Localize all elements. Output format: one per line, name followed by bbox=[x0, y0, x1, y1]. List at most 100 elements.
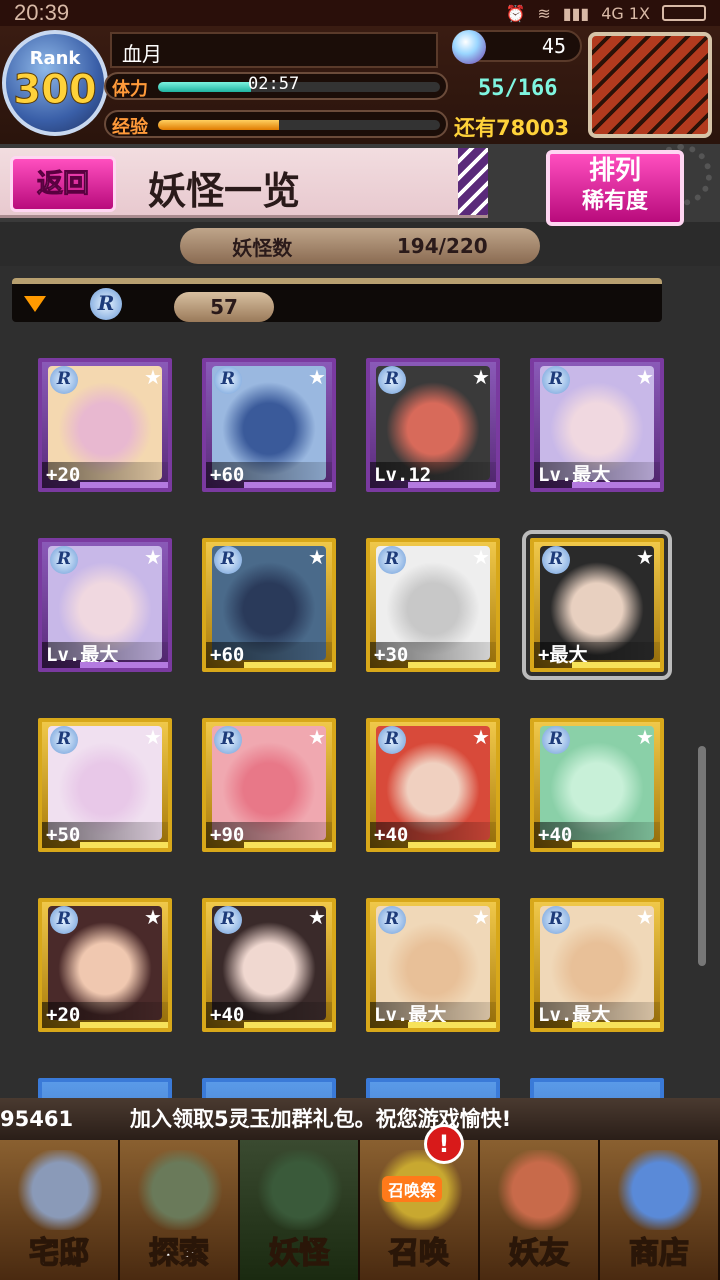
yokai-level: +60 bbox=[206, 642, 332, 668]
rarity-r-icon: R bbox=[214, 726, 242, 754]
yokai-count-label: 妖怪数 bbox=[232, 235, 293, 260]
stamina-label: 体力 bbox=[112, 79, 148, 100]
gem-icon bbox=[452, 30, 486, 64]
yokai-card[interactable]: R ★ Lv.最大 bbox=[38, 538, 172, 672]
sort-label: 排列 bbox=[588, 156, 641, 186]
yokai-card[interactable]: R ★ +40 bbox=[530, 718, 664, 852]
yokai-level: +40 bbox=[370, 822, 496, 848]
collapse-arrow-icon[interactable] bbox=[24, 296, 46, 312]
yokai-level: Lv.最大 bbox=[534, 462, 660, 488]
yokai-level: Lv.12 bbox=[370, 462, 496, 488]
rarity-r-icon: R bbox=[542, 726, 570, 754]
nav-magnifier-map[interactable]: 探索 bbox=[120, 1140, 240, 1280]
magnifier-map-icon bbox=[134, 1150, 226, 1230]
yokai-count-bar: 妖怪数 194/220 bbox=[180, 228, 540, 264]
stamina-bar: 体力 02:57 bbox=[104, 72, 448, 100]
nav-summon-star[interactable]: 召唤祭! 召唤 bbox=[360, 1124, 480, 1280]
rarity-r-icon: R bbox=[50, 366, 78, 394]
nav-label: 妖友 bbox=[508, 1235, 570, 1272]
network-type: 4G 1X bbox=[601, 3, 650, 23]
exp-fill bbox=[158, 120, 280, 130]
nav-mansion[interactable]: 宅邸 bbox=[0, 1140, 120, 1280]
yokai-card[interactable]: R ★ +90 bbox=[202, 718, 336, 852]
rank-value: 300 bbox=[13, 67, 98, 113]
yokai-card[interactable]: R ★ +50 bbox=[38, 718, 172, 852]
stamina-count: 55/166 bbox=[478, 76, 558, 101]
yokai-list[interactable]: R 57 R ★ +20 R ★ +60 R ★ Lv.12 R ★ Lv.最大 R ★ Lv.最大 R ★ +6… bbox=[0, 266, 720, 1098]
nav-label: 探索 bbox=[148, 1235, 210, 1272]
yokai-level: Lv.最大 bbox=[370, 1002, 496, 1028]
yokai-card[interactable]: R ★ Lv.最大 bbox=[530, 898, 664, 1032]
nav-label: 宅邸 bbox=[28, 1235, 90, 1272]
player-header: Rank 300 血月 体力 02:57 经验 45 55/166 还有7800… bbox=[0, 26, 720, 144]
yokai-card[interactable]: R ★ +20 bbox=[38, 898, 172, 1032]
yokai-card[interactable]: R ★ +30 bbox=[366, 538, 500, 672]
back-button[interactable]: 返回 bbox=[10, 156, 116, 212]
yokai-level: Lv.最大 bbox=[42, 642, 168, 668]
yokai-card-partial[interactable] bbox=[530, 1078, 664, 1098]
title-bar: 返回 妖怪一览 排列 稀有度 bbox=[0, 144, 720, 226]
yokai-level: +20 bbox=[42, 462, 168, 488]
player-name: 血月 bbox=[110, 32, 438, 68]
rarity-r-icon: R bbox=[378, 906, 406, 934]
yokai-level: Lv.最大 bbox=[534, 1002, 660, 1028]
yokai-level: +50 bbox=[42, 822, 168, 848]
treasure-chest-icon[interactable] bbox=[588, 32, 712, 138]
yokai-card[interactable]: R ★ Lv.12 bbox=[366, 358, 500, 492]
yokai-card[interactable]: R ★ +40 bbox=[366, 718, 500, 852]
rarity-r-icon: R bbox=[50, 726, 78, 754]
rarity-group-header[interactable]: R 57 bbox=[12, 278, 662, 322]
yokai-level: +20 bbox=[42, 1002, 168, 1028]
yokai-count-value: 194/220 bbox=[396, 234, 488, 258]
nav-label: 妖怪 bbox=[268, 1235, 330, 1272]
rarity-r-icon: R bbox=[214, 906, 242, 934]
gem-counter[interactable]: 45 bbox=[452, 30, 582, 64]
yokai-card[interactable]: R ★ +60 bbox=[202, 358, 336, 492]
gem-count: 45 bbox=[541, 34, 566, 58]
yokai-card-partial[interactable] bbox=[366, 1078, 500, 1098]
exp-bar: 经验 bbox=[104, 110, 448, 138]
yokai-card[interactable]: R ★ +60 bbox=[202, 538, 336, 672]
rarity-r-icon: R bbox=[378, 546, 406, 574]
crystal-orb-icon bbox=[614, 1150, 706, 1230]
sort-button[interactable]: 排列 稀有度 bbox=[546, 150, 684, 226]
yokai-card[interactable]: R ★ +最大 bbox=[522, 530, 672, 680]
star-icon: ★ bbox=[636, 725, 654, 749]
star-icon: ★ bbox=[144, 905, 162, 929]
star-icon: ★ bbox=[144, 725, 162, 749]
star-icon: ★ bbox=[308, 905, 326, 929]
ticker-id: 95461 bbox=[0, 1107, 74, 1131]
yokai-card-partial[interactable] bbox=[202, 1078, 336, 1098]
rarity-r-icon: R bbox=[542, 366, 570, 394]
nav-friend[interactable]: 妖友 bbox=[480, 1140, 600, 1280]
star-icon: ★ bbox=[144, 545, 162, 569]
yokai-card[interactable]: R ★ Lv.最大 bbox=[366, 898, 500, 1032]
friend-icon bbox=[494, 1150, 586, 1230]
star-icon: ★ bbox=[636, 365, 654, 389]
alert-badge: ! bbox=[424, 1124, 464, 1164]
news-ticker: 95461 加入领取5灵玉加群礼包。祝您游戏愉快! bbox=[0, 1098, 720, 1140]
page-title: 妖怪一览 bbox=[148, 168, 301, 213]
yokai-card-partial[interactable] bbox=[38, 1078, 172, 1098]
rarity-r-icon: R bbox=[378, 366, 406, 394]
mansion-icon bbox=[14, 1150, 106, 1230]
nav-scroll[interactable]: 妖怪 bbox=[240, 1140, 360, 1280]
star-icon: ★ bbox=[472, 905, 490, 929]
star-icon: ★ bbox=[308, 725, 326, 749]
rarity-r-icon: R bbox=[214, 366, 242, 394]
battery-icon bbox=[662, 5, 706, 21]
wifi-icon: ≋ bbox=[537, 3, 551, 23]
list-scrollbar[interactable] bbox=[698, 746, 706, 966]
star-icon: ★ bbox=[636, 545, 654, 569]
star-icon: ★ bbox=[472, 365, 490, 389]
rank-badge[interactable]: Rank 300 bbox=[2, 30, 108, 136]
exp-remaining: 还有78003 bbox=[454, 116, 570, 140]
title-ribbon: 返回 妖怪一览 bbox=[0, 148, 488, 218]
nav-crystal-orb[interactable]: 商店 bbox=[600, 1140, 720, 1280]
star-icon: ★ bbox=[472, 725, 490, 749]
yokai-card[interactable]: R ★ +40 bbox=[202, 898, 336, 1032]
rarity-r-icon: R bbox=[378, 726, 406, 754]
yokai-card[interactable]: R ★ +20 bbox=[38, 358, 172, 492]
clock-time: 20:39 bbox=[14, 0, 70, 25]
yokai-card[interactable]: R ★ Lv.最大 bbox=[530, 358, 664, 492]
